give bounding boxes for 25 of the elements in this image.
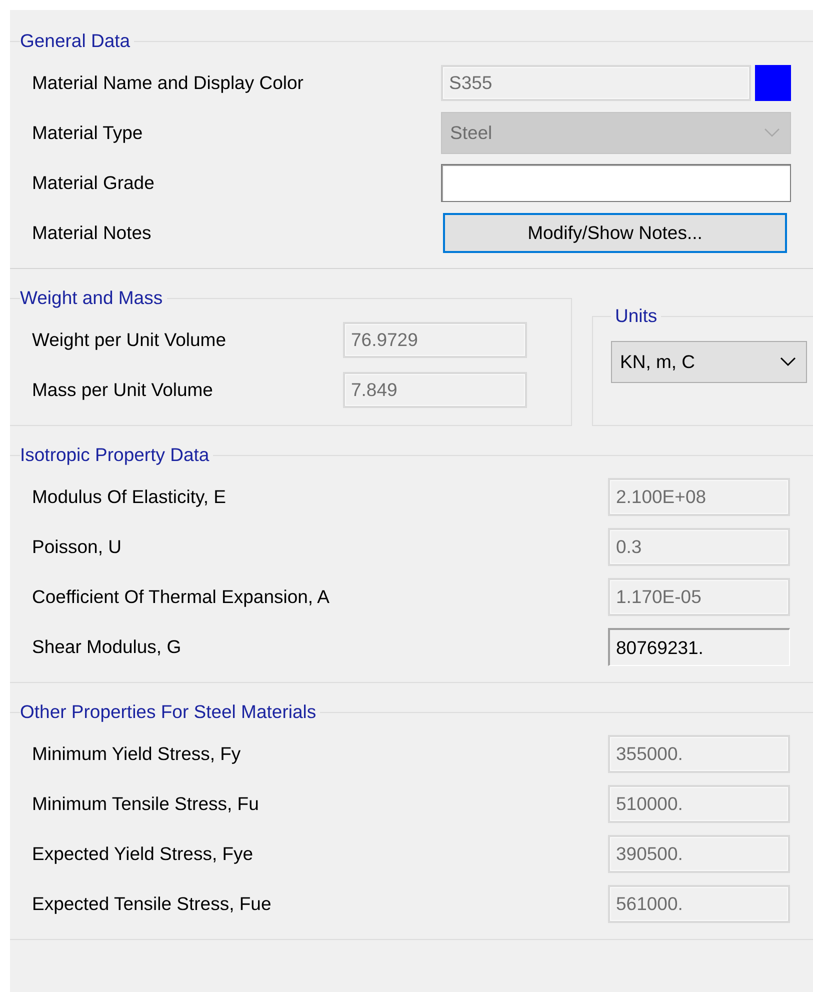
units-dropdown[interactable]: KN, m, C bbox=[611, 341, 807, 383]
field-label: Coefficient Of Thermal Expansion, A bbox=[32, 586, 331, 608]
field-label: Minimum Tensile Stress, Fu bbox=[32, 793, 260, 815]
field-label: Material Notes bbox=[32, 222, 152, 244]
group-title: Units bbox=[614, 305, 658, 327]
field-label: Material Grade bbox=[32, 172, 156, 194]
grade-field[interactable] bbox=[441, 164, 791, 202]
field-label: Expected Tensile Stress, Fue bbox=[32, 893, 272, 915]
field-label: Material Name and Display Color bbox=[32, 72, 304, 94]
chevron-down-icon bbox=[764, 128, 780, 138]
group-title: Other Properties For Steel Materials bbox=[20, 701, 318, 723]
field-label: Material Type bbox=[32, 122, 144, 144]
group-title: Isotropic Property Data bbox=[20, 444, 210, 466]
value-field[interactable]: 80769231. bbox=[608, 628, 790, 666]
field-label: Modulus Of Elasticity, E bbox=[32, 486, 227, 508]
chevron-down-icon bbox=[780, 357, 796, 367]
field-label: Minimum Yield Stress, Fy bbox=[32, 743, 242, 765]
field-label: Mass per Unit Volume bbox=[32, 379, 214, 401]
group-title: General Data bbox=[20, 30, 132, 52]
field-label: Weight per Unit Volume bbox=[32, 329, 228, 351]
notes-button[interactable]: Modify/Show Notes... bbox=[443, 213, 787, 253]
group-title: Weight and Mass bbox=[20, 287, 164, 309]
field-label: Expected Yield Stress, Fye bbox=[32, 843, 254, 865]
field-label: Shear Modulus, G bbox=[32, 636, 182, 658]
field-label: Poisson, U bbox=[32, 536, 122, 558]
